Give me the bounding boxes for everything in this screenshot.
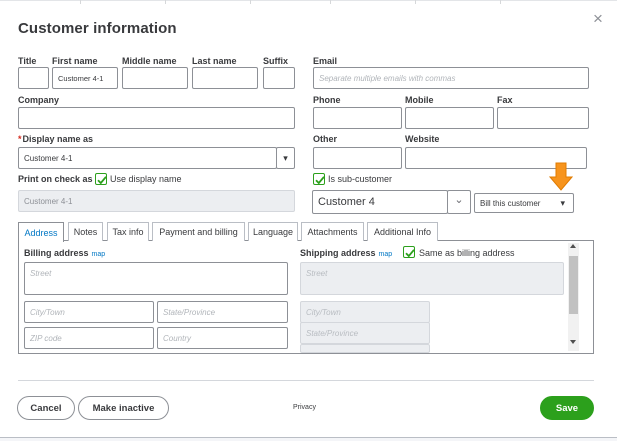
required-marker: * (18, 134, 22, 144)
suffix-label: Suffix (263, 56, 289, 66)
display-name-label: *Display name as (18, 134, 93, 144)
title-label: Title (18, 56, 37, 66)
chevron-down-icon: ▾ (283, 152, 288, 163)
parent-customer-dropdown[interactable]: ⌄ (447, 190, 471, 214)
tab-additional-info[interactable]: Additional Info (367, 222, 438, 241)
shipping-street-input: Street (300, 262, 564, 295)
use-display-name-checkbox[interactable] (95, 173, 107, 185)
company-label: Company (18, 95, 60, 105)
footer-divider (18, 380, 594, 381)
billing-city-input[interactable]: City/Town (24, 301, 154, 323)
billing-state-input[interactable]: State/Province (157, 301, 288, 323)
other-label: Other (313, 134, 338, 144)
top-edge-tick (415, 0, 416, 4)
print-on-check-label: Print on check as (18, 174, 93, 184)
display-name-label-text: Display name as (22, 134, 94, 144)
privacy-link[interactable]: Privacy (293, 404, 316, 411)
shipping-map-link[interactable]: map (379, 251, 393, 258)
checkmark-icon (315, 176, 325, 185)
email-label: Email (313, 56, 338, 66)
scrollbar-thumb[interactable] (569, 256, 578, 314)
billing-address-label: Billing address map (24, 248, 105, 258)
checkmark-icon (405, 249, 415, 258)
last-name-input[interactable] (192, 67, 258, 89)
mobile-label: Mobile (405, 95, 434, 105)
bill-with-select[interactable]: Bill this customer ▾ (474, 193, 574, 213)
tab-language[interactable]: Language (248, 222, 298, 241)
scroll-up-icon[interactable] (570, 244, 576, 248)
shipping-address-label: Shipping address map (300, 248, 392, 258)
suffix-input[interactable] (263, 67, 295, 89)
top-edge-tick (250, 0, 251, 4)
bill-with-value: Bill this customer (480, 198, 541, 208)
email-input[interactable]: Separate multiple emails with commas (313, 67, 589, 89)
phone-input[interactable] (313, 107, 402, 129)
billing-address-title: Billing address (24, 248, 89, 258)
arrow-down-icon (549, 162, 573, 191)
phone-label: Phone (313, 95, 341, 105)
middle-name-label: Middle name (122, 56, 177, 66)
cancel-button[interactable]: Cancel (17, 396, 75, 420)
make-inactive-button[interactable]: Make inactive (78, 396, 169, 420)
close-icon[interactable]: × (593, 10, 603, 27)
scroll-down-icon[interactable] (570, 340, 576, 344)
tab-attachments[interactable]: Attachments (301, 222, 364, 241)
bottom-edge (0, 437, 617, 441)
website-label: Website (405, 134, 440, 144)
chevron-down-icon: ▾ (560, 197, 565, 208)
first-name-label: First name (52, 56, 98, 66)
tab-notes[interactable]: Notes (68, 222, 103, 241)
first-name-input[interactable]: Customer 4-1 (52, 67, 118, 89)
billing-street-input[interactable]: Street (24, 262, 288, 295)
shipping-state-input: State/Province (300, 322, 430, 344)
checkmark-icon (97, 176, 107, 185)
save-button[interactable]: Save (540, 396, 594, 420)
fax-label: Fax (497, 95, 513, 105)
billing-map-link[interactable]: map (92, 251, 106, 258)
billing-zip-input[interactable]: ZIP code (24, 327, 154, 349)
other-input[interactable] (313, 147, 402, 169)
title-input[interactable] (18, 67, 49, 89)
same-as-billing-checkbox[interactable] (403, 246, 415, 258)
print-on-check-input: Customer 4-1 (18, 190, 295, 212)
tab-tax-info[interactable]: Tax info (107, 222, 149, 241)
tab-address[interactable]: Address (18, 222, 64, 242)
billing-country-input[interactable]: Country (157, 327, 288, 349)
mobile-input[interactable] (405, 107, 494, 129)
is-sub-customer-label: Is sub-customer (328, 174, 393, 184)
fax-input[interactable] (497, 107, 589, 129)
parent-customer-input[interactable]: Customer 4 (312, 190, 448, 214)
display-name-input[interactable]: Customer 4-1 (18, 147, 277, 169)
shipping-zip-input (300, 344, 430, 353)
is-sub-customer-checkbox[interactable] (313, 173, 325, 185)
top-edge-tick (500, 0, 501, 4)
top-edge-tick (330, 0, 331, 4)
company-input[interactable] (18, 107, 295, 129)
tab-payment-and-billing[interactable]: Payment and billing (152, 222, 245, 241)
dialog-title: Customer information (18, 20, 177, 37)
same-as-billing-label: Same as billing address (419, 248, 515, 258)
display-name-dropdown[interactable]: ▾ (276, 147, 295, 169)
last-name-label: Last name (192, 56, 237, 66)
top-edge-tick (80, 0, 81, 4)
shipping-city-input: City/Town (300, 301, 430, 323)
top-edge (0, 0, 617, 4)
shipping-address-title: Shipping address (300, 248, 376, 258)
chevron-down-icon: ⌄ (454, 193, 464, 206)
top-edge-tick (165, 0, 166, 4)
middle-name-input[interactable] (122, 67, 188, 89)
use-display-name-label: Use display name (110, 174, 182, 184)
